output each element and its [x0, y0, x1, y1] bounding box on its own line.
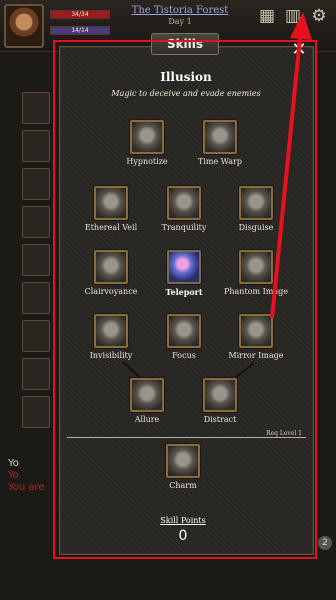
- annotation-arrow: [270, 12, 312, 319]
